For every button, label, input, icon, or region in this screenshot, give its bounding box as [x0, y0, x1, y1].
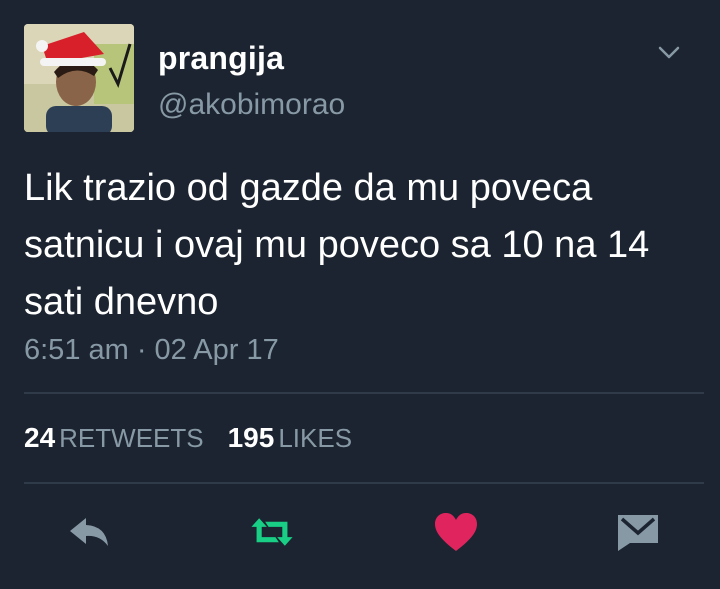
retweets-label[interactable]: RETWEETS: [59, 423, 203, 453]
direct-message-button[interactable]: [614, 510, 662, 554]
display-name[interactable]: prangija: [158, 40, 284, 77]
tweet-card: prangija @akobimorao Lik trazio od gazde…: [0, 0, 720, 589]
tweet-stats: 24 RETWEETS 195 LIKES: [24, 422, 352, 454]
avatar-image: [24, 24, 134, 132]
reply-icon: [70, 518, 108, 546]
retweets-count[interactable]: 24: [24, 422, 55, 453]
chevron-down-icon[interactable]: [654, 40, 684, 64]
divider: [24, 482, 704, 484]
likes-count[interactable]: 195: [228, 422, 275, 453]
likes-label[interactable]: LIKES: [278, 423, 352, 453]
heart-icon: [435, 513, 477, 551]
retweet-button[interactable]: [248, 510, 296, 554]
tweet-timestamp[interactable]: 6:51 am · 02 Apr 17: [24, 334, 279, 367]
retweet-icon: [251, 518, 293, 546]
divider: [24, 392, 704, 394]
envelope-icon: [618, 515, 658, 551]
like-button[interactable]: [432, 510, 480, 554]
reply-button[interactable]: [66, 510, 114, 554]
avatar[interactable]: [24, 24, 134, 132]
user-handle[interactable]: @akobimorao: [158, 88, 345, 122]
tweet-text: Lik trazio od gazde da mu poveca satnicu…: [24, 167, 650, 323]
